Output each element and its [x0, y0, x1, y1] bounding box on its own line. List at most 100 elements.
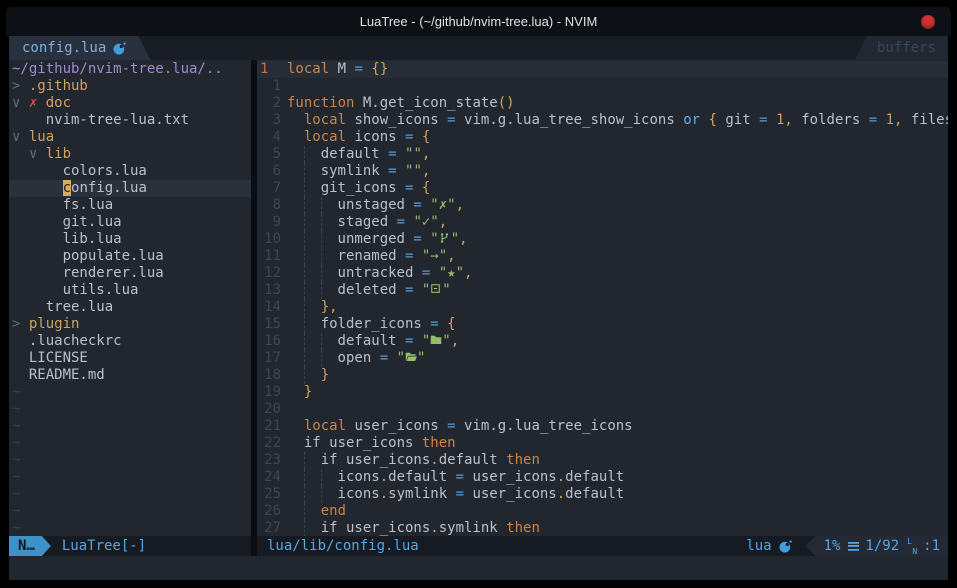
token [287, 163, 304, 179]
tree-item[interactable]: .luacheckrc [9, 333, 251, 350]
code-line[interactable]: 15 folder_icons = { [257, 316, 948, 333]
tree-item[interactable]: populate.lua [9, 248, 251, 265]
token: = [380, 350, 388, 366]
tree-item[interactable]: ~ [9, 452, 251, 469]
line-number: 16 [257, 333, 287, 350]
tree-item[interactable]: renderer.lua [9, 265, 251, 282]
tree-item[interactable]: ~ [9, 486, 251, 503]
code-line[interactable]: 12 untracked = "★", [257, 265, 948, 282]
token [287, 316, 304, 332]
close-button[interactable] [921, 15, 935, 29]
code-line[interactable]: 26 end [257, 503, 948, 520]
code-line[interactable]: 13 deleted = "" [257, 282, 948, 299]
tree-item[interactable]: ∨ ✗ doc [9, 95, 251, 112]
token: ∨ [12, 129, 29, 145]
tree-item[interactable]: README.md [9, 367, 251, 384]
tab-config-lua[interactable]: config.lua [9, 36, 150, 60]
tree-item[interactable]: ~ [9, 469, 251, 486]
token: "✗" [430, 197, 455, 213]
tree-item[interactable]: git.lua [9, 214, 251, 231]
tree-item[interactable]: ~/github/nvim-tree.lua/.. [9, 61, 251, 78]
nvim-window: LuaTree - (~/github/nvim-tree.lua) - NVI… [0, 0, 957, 588]
code-line[interactable]: 5 default = "", [257, 146, 948, 163]
tree-item[interactable]: config.lua [9, 180, 251, 197]
code-line[interactable]: 10 unmerged = "", [257, 231, 948, 248]
token: user_icons [338, 452, 431, 468]
tree-item[interactable]: ~ [9, 418, 251, 435]
code-line[interactable]: 9 staged = "✓", [257, 214, 948, 231]
line-text: local user_icons = vim.g.lua_tree_icons [287, 418, 633, 435]
code-line[interactable]: 7 git_icons = { [257, 180, 948, 197]
code-line[interactable]: 18 } [257, 367, 948, 384]
token: local [304, 129, 346, 145]
tree-item[interactable]: tree.lua [9, 299, 251, 316]
line-number: 14 [257, 299, 287, 316]
code-line[interactable]: 11 renamed = "→", [257, 248, 948, 265]
code-line[interactable]: 22 if user_icons then [257, 435, 948, 452]
token [287, 384, 304, 400]
statusline: N… LuaTree[-] lua/lib/config.lua lua 1% … [9, 536, 948, 556]
token: icons [346, 129, 405, 145]
line-number: 7 [257, 180, 287, 197]
code-line[interactable]: 16 default = "", [257, 333, 948, 350]
line-number: 8 [257, 197, 287, 214]
token: " [422, 282, 430, 298]
code-line[interactable]: 1local M = {} [257, 61, 948, 78]
token: M.get_icon_state [354, 95, 497, 111]
tree-item[interactable]: ∨ lib [9, 146, 251, 163]
token [287, 435, 304, 451]
code-line[interactable]: 6 symlink = "", [257, 163, 948, 180]
code-line[interactable]: 14 }, [257, 299, 948, 316]
token [287, 248, 304, 264]
token [12, 197, 63, 213]
code-line[interactable]: 1 [257, 78, 948, 95]
code-line[interactable]: 2function M.get_icon_state() [257, 95, 948, 112]
line-number: 5 [257, 146, 287, 163]
indent-guide [321, 197, 338, 214]
tree-item[interactable]: LICENSE [9, 350, 251, 367]
token: ~ [12, 469, 20, 485]
tree-item[interactable]: ~ [9, 435, 251, 452]
indent-guide [304, 299, 321, 316]
tree-item[interactable]: > .github [9, 78, 251, 95]
line-text: function M.get_icon_state() [287, 95, 515, 112]
code-line[interactable]: 17 open = "" [257, 350, 948, 367]
tree-item[interactable]: ~ [9, 503, 251, 520]
tree-item[interactable]: ~ [9, 401, 251, 418]
tree-item[interactable]: > plugin [9, 316, 251, 333]
token: . [557, 469, 565, 485]
tree-item[interactable]: ~ [9, 520, 251, 536]
token: ~ [12, 452, 20, 468]
filetype-label: lua [746, 538, 771, 554]
tree-item[interactable]: fs.lua [9, 197, 251, 214]
token: ~ [12, 435, 20, 451]
code-line[interactable]: 20 [257, 401, 948, 418]
token: default [321, 146, 388, 162]
code-line[interactable]: 27 if user_icons.symlink then [257, 520, 948, 536]
code-line[interactable]: 23 if user_icons.default then [257, 452, 948, 469]
token: M [329, 61, 354, 77]
token [287, 367, 304, 383]
token: if [321, 452, 338, 468]
token [413, 180, 421, 196]
tree-item[interactable]: ∨ lua [9, 129, 251, 146]
code-line[interactable]: 19 } [257, 384, 948, 401]
buffers-tab[interactable]: buffers [855, 36, 948, 60]
token [12, 112, 46, 128]
code-line[interactable]: 25 icons.symlink = user_icons.default [257, 486, 948, 503]
code-line[interactable]: 8 unstaged = "✗", [257, 197, 948, 214]
tree-item[interactable]: utils.lua [9, 282, 251, 299]
code-line[interactable]: 24 icons.default = user_icons.default [257, 469, 948, 486]
command-line[interactable] [9, 556, 948, 580]
tree-item[interactable]: nvim-tree-lua.txt [9, 112, 251, 129]
code-line[interactable]: 3 local show_icons = vim.g.lua_tree_show… [257, 112, 948, 129]
token [12, 214, 63, 230]
tree-item[interactable]: ~ [9, 384, 251, 401]
code-line[interactable]: 4 local icons = { [257, 129, 948, 146]
code-line[interactable]: 21 local user_icons = vim.g.lua_tree_ico… [257, 418, 948, 435]
tree-item[interactable]: lib.lua [9, 231, 251, 248]
tree-item[interactable]: colors.lua [9, 163, 251, 180]
titlebar[interactable]: LuaTree - (~/github/nvim-tree.lua) - NVI… [6, 7, 951, 36]
line-text: unmerged = "", [287, 231, 468, 248]
token [12, 265, 63, 281]
